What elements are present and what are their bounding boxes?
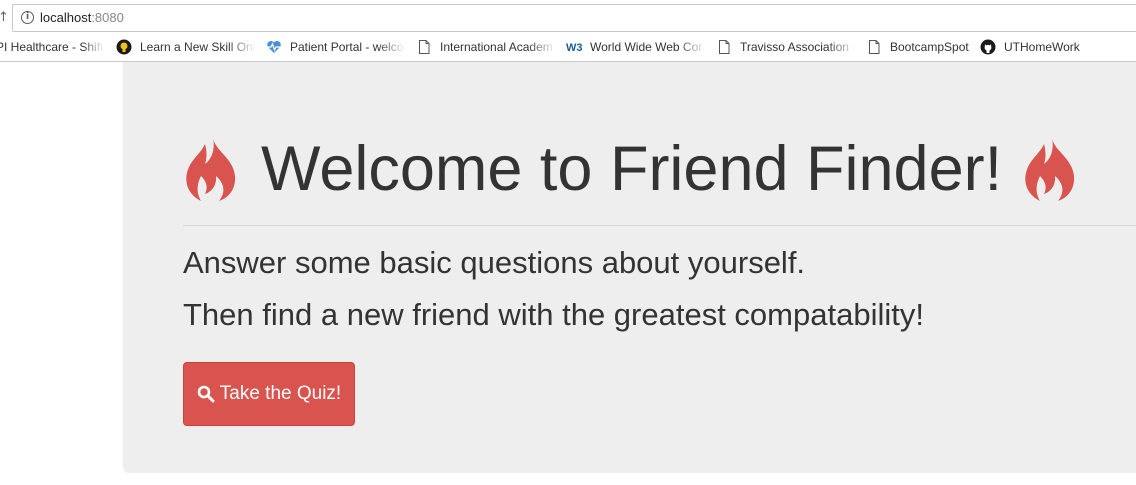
heart-pulse-icon [267,41,281,53]
bookmark-label: Patient Portal - welco [290,40,404,54]
info-icon[interactable]: i [21,11,34,24]
github-icon [980,39,996,55]
search-icon [197,385,215,403]
bookmark-label: Travisso Association - [740,40,856,54]
url-host: localhost [40,10,92,25]
bookmark-uthomework[interactable]: UTHomeWork [980,36,1090,58]
fire-icon [1025,137,1075,201]
divider [183,225,1136,226]
bookmark-learn-skill[interactable]: Learn a New Skill Onl [116,36,256,58]
address-bar[interactable]: i localhost:8080 [12,4,1136,32]
page-icon [869,40,880,54]
bookmark-bootcampspot[interactable]: BootcampSpot [866,36,976,58]
w3c-icon: W3 [566,42,582,54]
flame-shape [1025,137,1075,201]
bookmark-label: International Academ [440,40,553,54]
page-icon [719,40,730,54]
bookmarks-bar: PI Healthcare - Shift Learn a New Skill … [0,36,1136,58]
fire-icon [186,137,236,201]
browser-chrome: ↑ i localhost:8080 PI Healthcare - Shift… [0,0,1136,62]
bookmark-label: BootcampSpot [890,40,969,54]
take-quiz-button[interactable]: Take the Quiz! [183,362,355,426]
page-icon [419,40,430,54]
bookmark-w3c[interactable]: W3 World Wide Web Cor [566,36,706,58]
bookmark-patient-portal[interactable]: Patient Portal - welco [266,36,406,58]
bookmark-label: PI Healthcare - Shift [0,40,104,54]
flame-shape [186,137,236,201]
bookmark-international-academy[interactable]: International Academ [416,36,556,58]
url-port: :8080 [91,10,124,25]
lead-text-2: Then find a new friend with the greatest… [183,297,924,332]
url-text[interactable]: localhost:8080 [40,10,124,25]
jumbotron: Welcome to Friend Finder! Answer some ba… [123,62,1136,473]
bookmark-label: UTHomeWork [1004,40,1080,54]
page-title: Welcome to Friend Finder! [261,134,1003,204]
take-quiz-label: Take the Quiz! [219,383,342,404]
lead-text-1: Answer some basic questions about yourse… [183,245,806,280]
bookmark-label: Learn a New Skill Onl [140,40,256,54]
address-row: ↑ i localhost:8080 [0,4,1136,32]
lightbulb-icon [116,39,132,55]
headline: Welcome to Friend Finder! [183,124,1080,214]
bookmark-label: World Wide Web Cor [590,40,703,54]
bookmark-travisso[interactable]: Travisso Association - [716,36,856,58]
arrow-up-icon[interactable]: ↑ [0,10,9,26]
bookmark-pi-healthcare[interactable]: PI Healthcare - Shift [0,36,104,58]
svg-text:W3: W3 [566,42,582,54]
